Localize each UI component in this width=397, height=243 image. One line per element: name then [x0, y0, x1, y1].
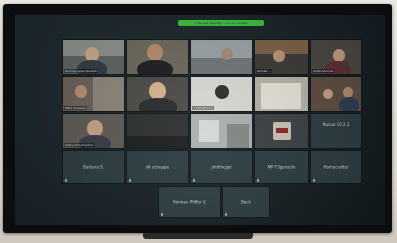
- video-call-screen: • You are viewing • ••••••• screen Raumg…: [15, 15, 385, 225]
- monitor-stand: [143, 233, 253, 239]
- screen-glare: [15, 15, 385, 225]
- monitor-bezel: • You are viewing • ••••••• screen Raumg…: [3, 4, 392, 233]
